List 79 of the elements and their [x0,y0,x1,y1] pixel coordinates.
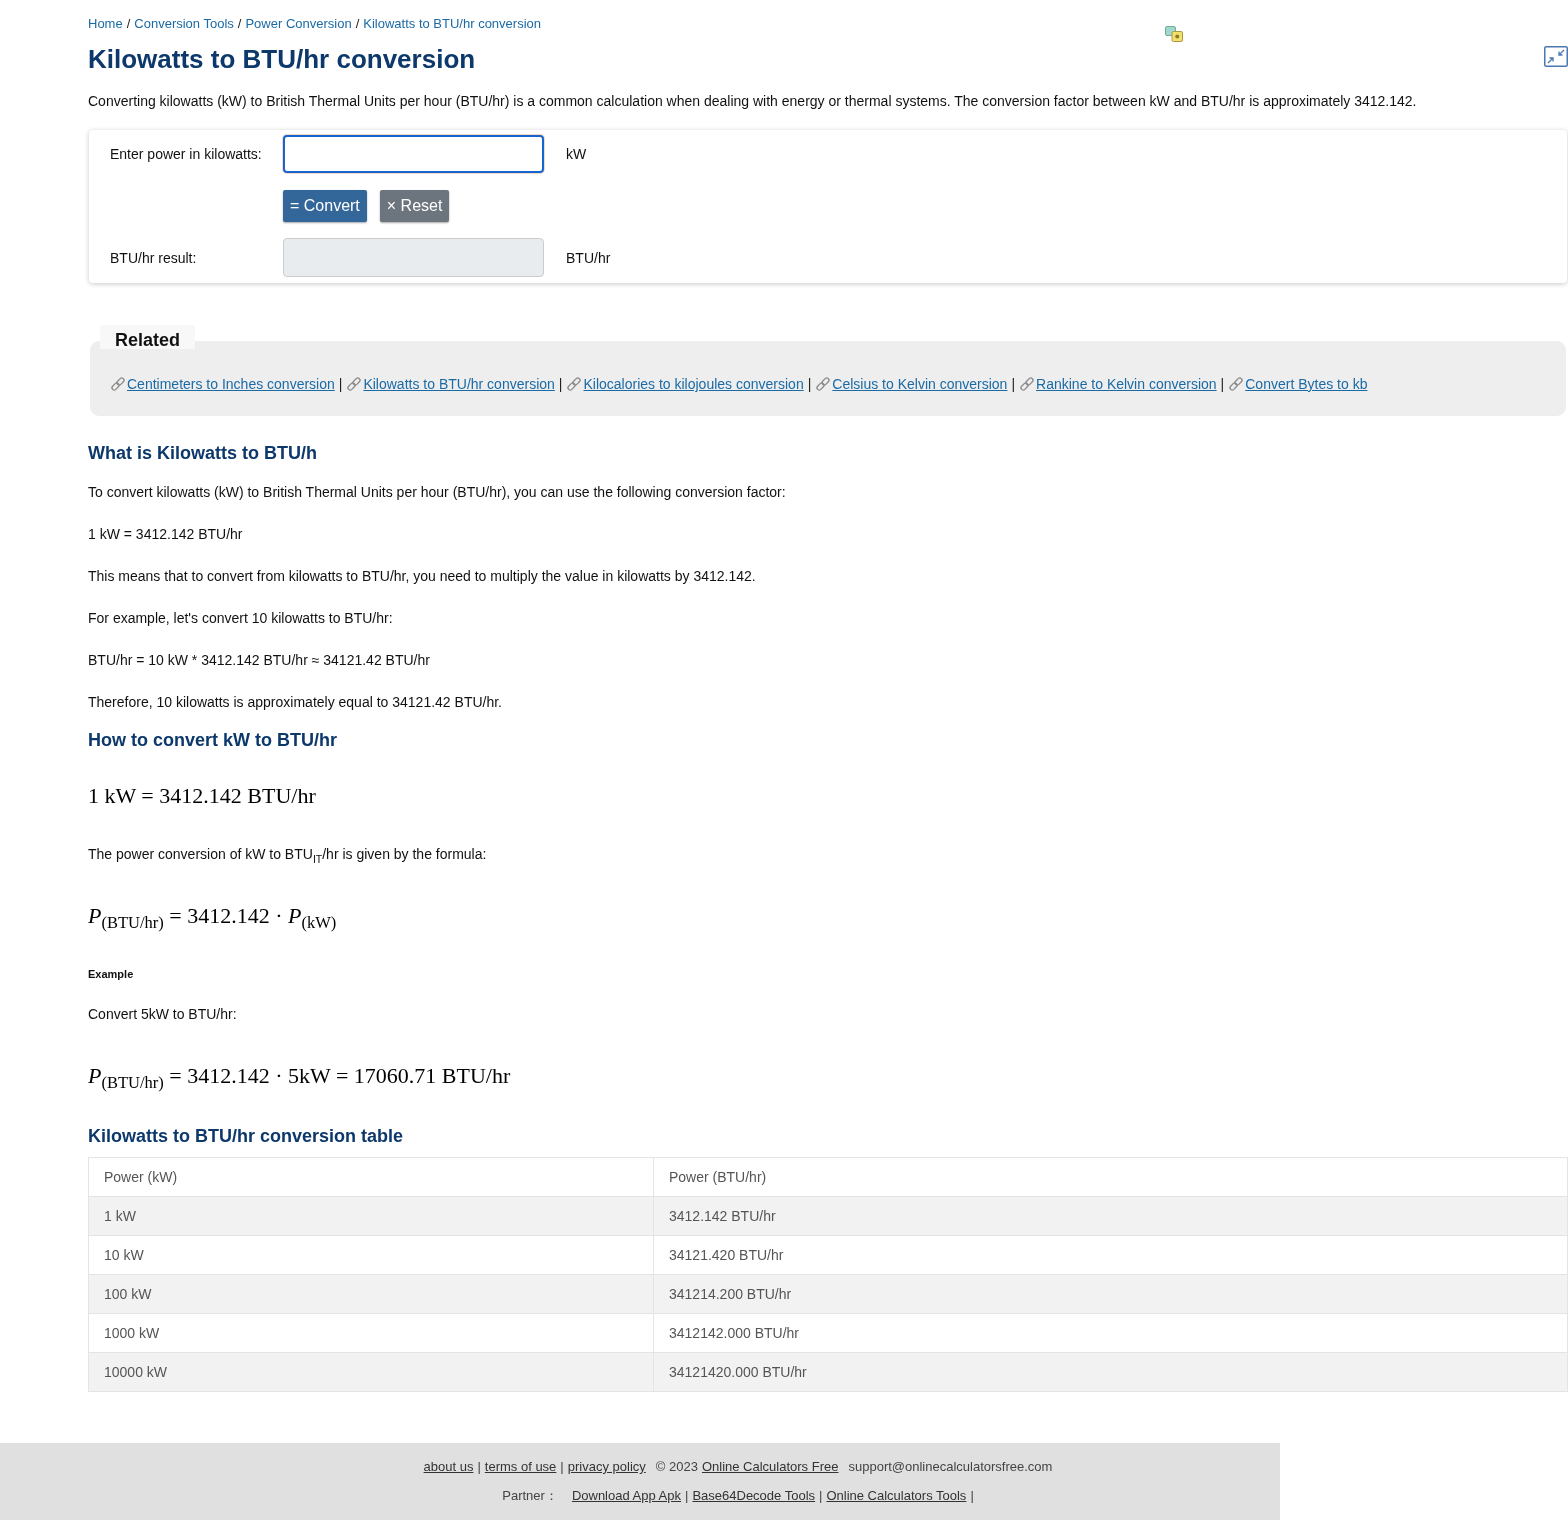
breadcrumb-link[interactable]: Power Conversion [245,16,352,31]
paragraph: This means that to convert from kilowatts to BTU/hr, you need to multiply the value in kilowatts by 3412.142. [88,567,756,586]
link-separator: | [970,1487,974,1505]
intro-paragraph: Converting kilowatts (kW) to British Thermal Units per hour (BTU/hr) is a common calculation when dealing with energy or thermal systems. The conversion factor between kW and BTU/hr is approximately 3412.142. [88,92,1417,111]
math-formula: P$_{(BTU/hr)}$ = 3412.142 · P$_{(kW)}$ [88,902,337,934]
math-formula: P$_{(BTU/hr)}$ = 3412.142 · 5kW = 17060.71 BTU/hr [88,1062,511,1094]
column-header: Power (kW) [88,1157,654,1197]
footer-link[interactable]: Online Calculators Free [701,1457,839,1477]
paragraph: To convert kilowatts (kW) to British Thermal Units per hour (BTU/hr), you can use the following conversion factor: [88,483,786,502]
link-separator: | [807,375,812,394]
paragraph: For example, let's convert 10 kilowatts to BTU/hr: [88,609,393,628]
footer-text: Partner： [502,1487,558,1505]
result-field[interactable] [283,238,544,277]
link-icon [566,376,583,392]
paragraph: 1 kW = 3412.142 BTU/hr [88,525,243,544]
related-link[interactable]: Kilowatts to BTU/hr conversion [363,374,555,394]
table-cell: 1 kW [88,1196,654,1236]
footer-text: © 2023 [655,1458,698,1476]
footer-link[interactable]: terms of use [484,1457,557,1477]
field-label: Enter power in kilowatts: [110,146,262,162]
related-link[interactable]: Kilocalories to kilojoules conversion [583,374,804,394]
link-separator: | [819,1487,823,1505]
example-label: Example [88,967,134,981]
related-link[interactable]: Centimeters to Inches conversion [127,374,335,394]
breadcrumb-link[interactable]: Home [88,16,123,31]
paragraph: Convert 5kW to BTU/hr: [88,1005,237,1024]
table-cell: 3412.142 BTU/hr [653,1196,1568,1236]
paragraph: BTU/hr = 10 kW * 3412.142 BTU/hr ≈ 34121.42 BTU/hr [88,651,430,670]
footer-link[interactable]: Online Calculators Tools [826,1486,967,1506]
footer-link[interactable]: privacy policy [567,1457,646,1477]
link-separator: | [685,1487,689,1505]
table-cell: 3412142.000 BTU/hr [653,1313,1568,1353]
breadcrumb-separator: / [126,16,131,31]
link-icon [346,376,363,392]
unit-label: BTU/hr [566,249,611,266]
paragraph: The power conversion of kW to BTU$_{IT}$/hr is given by the formula: [88,845,487,864]
breadcrumb-separator: / [237,16,242,31]
section-heading: Kilowatts to BTU/hr conversion table [88,1125,404,1147]
link-icon [815,376,832,392]
reset-button[interactable]: × Reset [379,190,450,222]
overlapping-squares-icon[interactable] [1165,26,1183,42]
footer-link[interactable]: Base64Decode Tools [692,1486,816,1506]
field-label: BTU/hr result: [110,249,197,266]
paragraph: Therefore, 10 kilowatts is approximately equal to 34121.42 BTU/hr. [88,693,502,712]
convert-button[interactable]: = Convert [283,190,367,222]
math-formula: 1 kW = 3412.142 BTU/hr [88,782,316,810]
related-link[interactable]: Rankine to Kelvin conversion [1036,374,1217,394]
table-cell: 341214.200 BTU/hr [653,1274,1568,1314]
table-cell: 34121420.000 BTU/hr [653,1352,1568,1392]
table-cell: 10 kW [88,1235,654,1275]
breadcrumb-separator: / [355,16,360,31]
link-icon [110,376,126,392]
link-separator: | [560,1458,564,1476]
link-separator: | [477,1458,481,1476]
section-heading: What is Kilowatts to BTU/h [88,442,317,464]
input-field[interactable] [283,135,544,173]
link-separator: | [338,375,343,394]
column-header: Power (BTU/hr) [653,1157,1568,1197]
footer-text: support@onlinecalculatorsfree.com [848,1458,1053,1476]
table-cell: 1000 kW [88,1313,654,1353]
link-separator: | [558,375,563,394]
exit-fullscreen-icon[interactable] [1544,46,1568,67]
related-link[interactable]: Convert Bytes to kb [1245,374,1368,394]
table-cell: 34121.420 BTU/hr [653,1235,1568,1275]
footer-link[interactable]: about us [423,1457,474,1477]
table-cell: 10000 kW [88,1352,654,1392]
link-separator: | [1220,375,1225,394]
table-cell: 100 kW [88,1274,654,1314]
section-heading: How to convert kW to BTU/hr [88,729,337,751]
link-icon [1228,376,1245,392]
link-separator: | [1011,375,1016,394]
unit-label: kW [566,146,587,162]
breadcrumb-link[interactable]: Conversion Tools [134,16,234,31]
related-heading: Related [100,325,195,349]
page-title: Kilowatts to BTU/hr conversion [88,44,476,74]
related-link[interactable]: Celsius to Kelvin conversion [832,374,1008,394]
link-icon [1019,376,1036,392]
breadcrumb-link[interactable]: Kilowatts to BTU/hr conversion [363,16,541,31]
footer-link[interactable]: Download App Apk [571,1486,681,1506]
